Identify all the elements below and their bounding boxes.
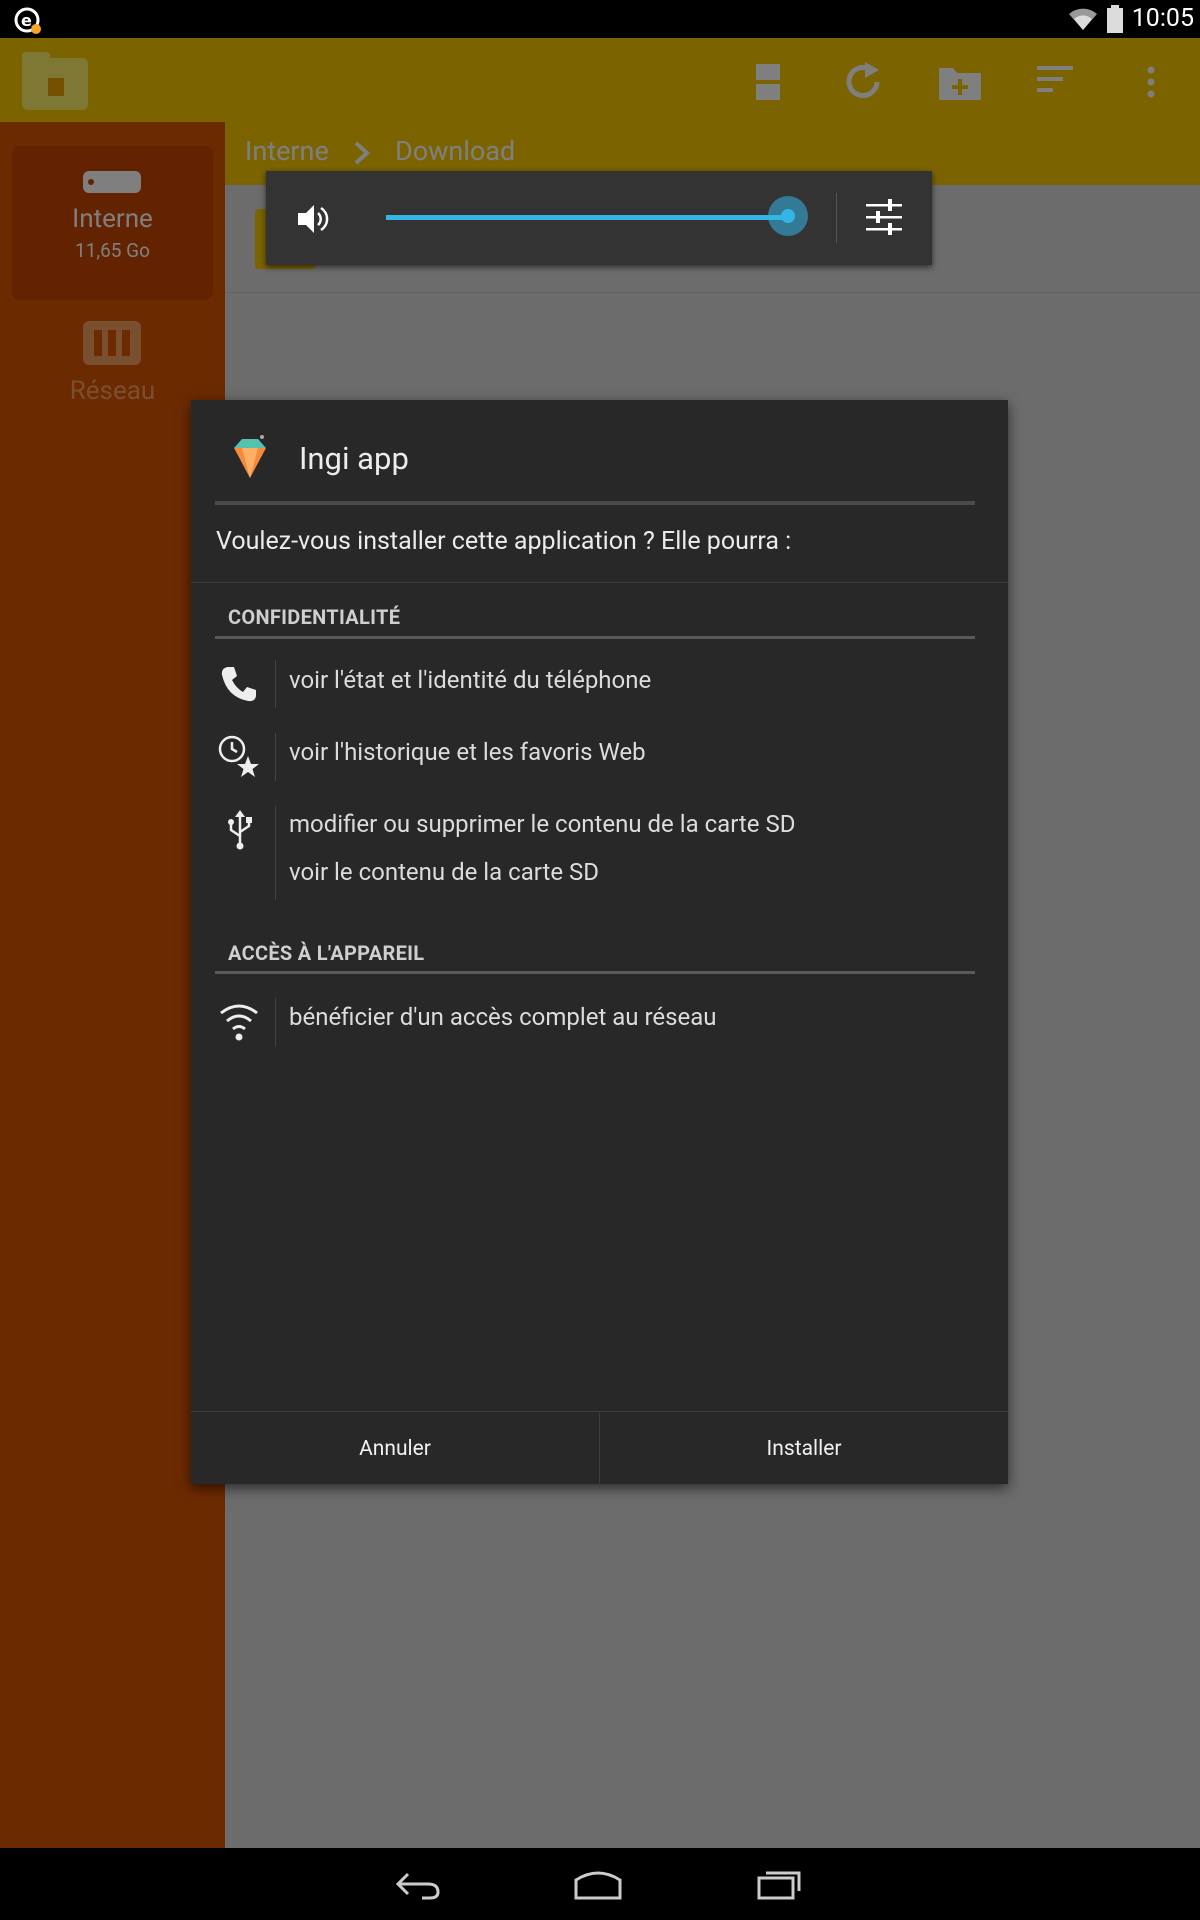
section-header-device-access: ACCÈS À L'APPAREIL [228,941,425,965]
volume-slider-track[interactable] [386,215,794,220]
back-icon[interactable] [394,1868,444,1902]
section-divider [215,636,975,639]
section-divider [215,971,975,974]
permission-item: voir l'historique et les favoris Web [289,738,646,766]
cancel-button[interactable]: Annuler [191,1412,599,1484]
notification-app-icon: e [14,7,41,34]
divider [191,582,1008,583]
volume-slider-thumb[interactable] [768,196,808,236]
divider [275,733,276,781]
diamond-icon [234,435,266,478]
divider [275,998,276,1046]
install-button[interactable]: Installer [600,1412,1008,1484]
install-dialog: Ingi app Voulez-vous installer cette app… [191,400,1008,1484]
divider [836,193,837,243]
permission-item: modifier ou supprimer le contenu de la c… [289,810,796,838]
svg-text:e: e [21,11,32,30]
dialog-title: Ingi app [299,440,409,477]
volume-panel [266,171,932,265]
usb-icon [228,810,252,850]
wifi-icon [1069,8,1097,30]
history-bookmark-icon [218,735,259,777]
wifi-icon [220,1004,258,1041]
home-icon[interactable] [572,1866,624,1902]
permission-item: bénéficier d'un accès complet au réseau [289,1003,717,1031]
install-message: Voulez-vous installer cette application … [216,527,792,556]
permission-item: voir le contenu de la carte SD [289,858,600,886]
speaker-icon[interactable] [296,201,332,237]
permission-item: voir l'état et l'identité du téléphone [289,666,652,694]
recent-apps-icon[interactable] [756,1866,806,1902]
status-bar: e 10:05 [0,0,1200,38]
divider [275,660,276,708]
phone-icon [221,667,256,702]
battery-icon [1107,5,1123,33]
title-divider [215,501,975,505]
clock: 10:05 [1131,4,1194,33]
settings-sliders-icon[interactable] [864,197,904,239]
divider [275,806,276,900]
section-header-privacy: CONFIDENTIALITÉ [228,605,401,629]
navigation-bar [0,1848,1200,1920]
